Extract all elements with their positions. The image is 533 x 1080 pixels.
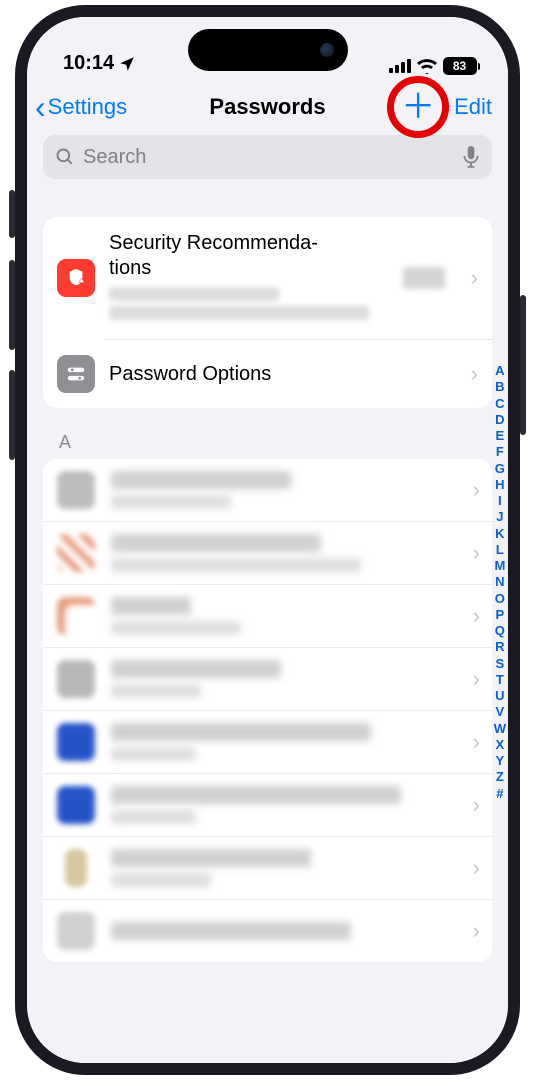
- site-favicon: [57, 534, 95, 572]
- security-recommendations-row[interactable]: Security Recommenda- tions ›: [43, 217, 492, 339]
- security-count: [403, 267, 445, 289]
- index-letter[interactable]: P: [494, 607, 506, 623]
- chevron-right-icon: ›: [473, 792, 480, 818]
- index-letter[interactable]: G: [494, 461, 506, 477]
- chevron-right-icon: ›: [473, 603, 480, 629]
- site-favicon: [57, 597, 95, 635]
- password-row-text: [111, 786, 451, 824]
- password-row-text: [111, 922, 451, 940]
- password-row[interactable]: ›: [43, 521, 492, 584]
- plus-icon: ＋: [401, 90, 435, 124]
- chevron-right-icon: ›: [471, 361, 478, 387]
- chevron-right-icon: ›: [473, 729, 480, 755]
- index-letter[interactable]: V: [494, 704, 506, 720]
- options-title: Password Options: [109, 362, 451, 387]
- status-time: 10:14: [63, 52, 136, 75]
- index-letter[interactable]: W: [494, 721, 506, 737]
- chevron-right-icon: ›: [473, 918, 480, 944]
- site-favicon: [57, 723, 95, 761]
- chevron-right-icon: ›: [473, 666, 480, 692]
- site-favicon: [57, 471, 95, 509]
- front-camera: [320, 43, 334, 57]
- index-letter[interactable]: Q: [494, 623, 506, 639]
- chevron-right-icon: ›: [473, 855, 480, 881]
- password-row-text: [111, 849, 451, 887]
- password-row[interactable]: ›: [43, 836, 492, 899]
- index-letter[interactable]: O: [494, 591, 506, 607]
- password-row-text: [111, 723, 451, 761]
- back-label: Settings: [48, 94, 128, 120]
- index-letter[interactable]: D: [494, 412, 506, 428]
- password-row-text: [111, 660, 451, 698]
- site-favicon: [57, 660, 95, 698]
- index-letter[interactable]: S: [494, 656, 506, 672]
- security-title: Security Recommenda- tions: [109, 231, 389, 281]
- index-letter[interactable]: U: [494, 688, 506, 704]
- index-letter[interactable]: K: [494, 526, 506, 542]
- chevron-right-icon: ›: [471, 265, 478, 291]
- index-letter[interactable]: Z: [494, 769, 506, 785]
- password-row[interactable]: ›: [43, 899, 492, 962]
- add-button[interactable]: ＋: [400, 89, 436, 125]
- password-row[interactable]: ›: [43, 459, 492, 521]
- index-letter[interactable]: M: [494, 558, 506, 574]
- power-button[interactable]: [520, 295, 526, 435]
- index-letter[interactable]: A: [494, 363, 506, 379]
- index-letter[interactable]: H: [494, 477, 506, 493]
- cellular-icon: [389, 59, 411, 73]
- site-favicon: [57, 786, 95, 824]
- index-letter[interactable]: X: [494, 737, 506, 753]
- index-letter[interactable]: J: [494, 509, 506, 525]
- password-list: › › › › › › › ›: [43, 459, 492, 962]
- password-row-text: [111, 597, 451, 635]
- site-favicon: [57, 912, 95, 950]
- back-button[interactable]: ‹ Settings: [35, 91, 127, 123]
- password-options-row[interactable]: Password Options ›: [43, 340, 492, 408]
- alpha-index[interactable]: ABCDEFGHIJKLMNOPQRSTUVWXYZ#: [494, 363, 506, 802]
- chevron-left-icon: ‹: [35, 91, 46, 123]
- index-letter[interactable]: Y: [494, 753, 506, 769]
- battery-icon: 83: [443, 57, 481, 75]
- password-row[interactable]: ›: [43, 773, 492, 836]
- search-icon: [55, 147, 75, 167]
- password-row-text: [111, 471, 451, 509]
- index-letter[interactable]: R: [494, 639, 506, 655]
- settings-card: Security Recommenda- tions ›: [43, 217, 492, 408]
- index-letter[interactable]: B: [494, 379, 506, 395]
- index-letter[interactable]: T: [494, 672, 506, 688]
- index-letter[interactable]: I: [494, 493, 506, 509]
- wifi-icon: [417, 59, 437, 74]
- index-letter[interactable]: #: [494, 786, 506, 802]
- index-letter[interactable]: F: [494, 444, 506, 460]
- time-text: 10:14: [63, 52, 114, 75]
- index-letter[interactable]: C: [494, 396, 506, 412]
- index-letter[interactable]: L: [494, 542, 506, 558]
- search-field[interactable]: [43, 135, 492, 179]
- password-row[interactable]: ›: [43, 647, 492, 710]
- nav-bar: ‹ Settings Passwords ＋ Edit: [27, 77, 508, 131]
- chevron-right-icon: ›: [473, 540, 480, 566]
- index-letter[interactable]: N: [494, 574, 506, 590]
- dynamic-island: [188, 29, 348, 71]
- location-icon: [118, 55, 136, 73]
- edit-button[interactable]: Edit: [454, 94, 492, 120]
- phone-frame: 10:14 83: [15, 5, 520, 1075]
- index-letter[interactable]: E: [494, 428, 506, 444]
- section-header-a: A: [27, 418, 508, 459]
- password-row[interactable]: ›: [43, 584, 492, 647]
- site-favicon: [65, 849, 87, 887]
- chevron-right-icon: ›: [473, 477, 480, 503]
- mic-icon[interactable]: [462, 146, 480, 168]
- password-row[interactable]: ›: [43, 710, 492, 773]
- search-input[interactable]: [83, 146, 454, 169]
- security-icon: [57, 259, 95, 297]
- battery-text: 83: [453, 59, 466, 73]
- password-row-text: [111, 534, 451, 572]
- options-icon: [57, 355, 95, 393]
